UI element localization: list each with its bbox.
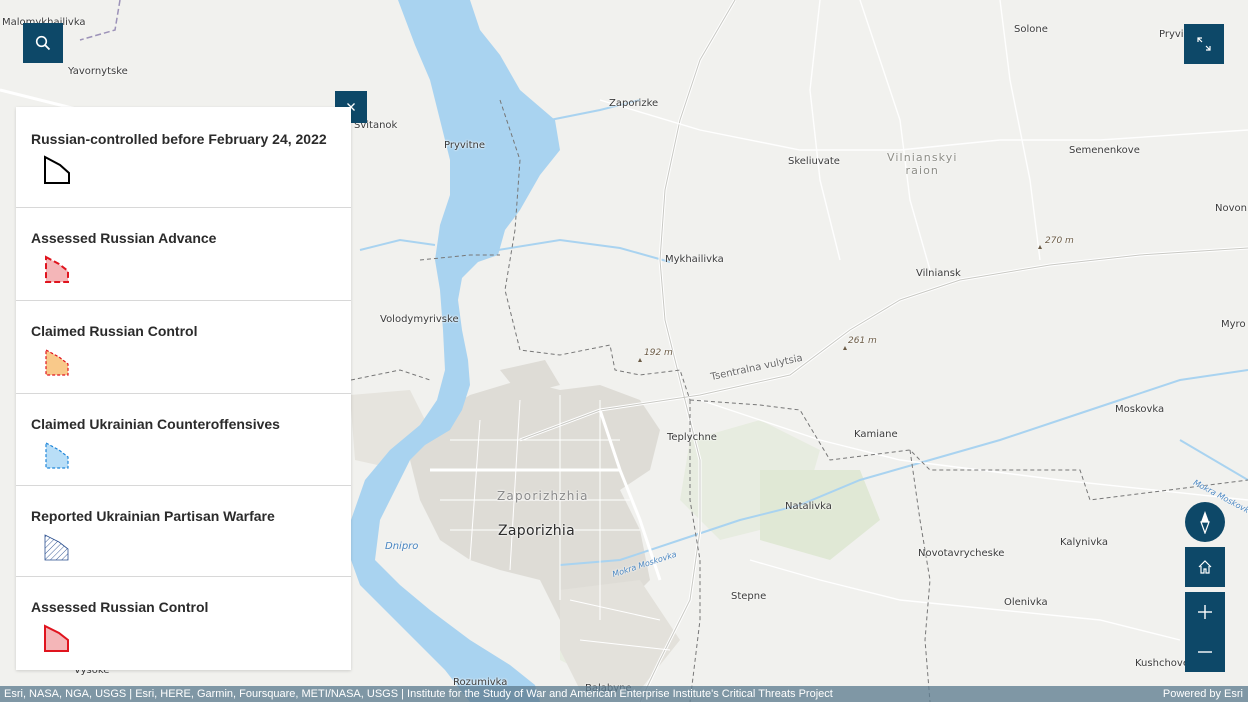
place-label: Pryvitne bbox=[444, 140, 485, 151]
zoom-in-button[interactable] bbox=[1185, 592, 1225, 632]
legend-item: Assessed Russian Advance bbox=[16, 208, 351, 301]
compass-icon bbox=[1200, 511, 1210, 534]
zoom-out-button[interactable] bbox=[1185, 632, 1225, 672]
city-label: Zaporizhia bbox=[498, 523, 575, 539]
home-button[interactable] bbox=[1185, 547, 1225, 587]
place-label: Solone bbox=[1014, 24, 1048, 35]
place-label: Skeliuvate bbox=[788, 156, 840, 167]
fullscreen-button[interactable] bbox=[1184, 24, 1224, 64]
place-label: Novon bbox=[1215, 203, 1247, 214]
home-icon bbox=[1198, 560, 1212, 574]
partisan-hatch-swatch-icon bbox=[44, 534, 69, 561]
black-outline-swatch-icon bbox=[44, 155, 70, 184]
assessed-control-swatch-icon bbox=[44, 624, 69, 652]
region-label-line: raion bbox=[905, 164, 940, 177]
assessed-advance-swatch-icon bbox=[45, 255, 69, 283]
place-label: Zaporizke bbox=[609, 98, 659, 109]
elevation-label: 270 m bbox=[1045, 236, 1074, 246]
elevation-label: 192 m bbox=[644, 348, 673, 358]
place-label: Myro bbox=[1221, 319, 1246, 330]
place-label: Pryvi bbox=[1159, 29, 1184, 40]
legend-item-label: Reported Ukrainian Partisan Warfare bbox=[31, 508, 275, 524]
place-label: Vilniansk bbox=[916, 268, 961, 279]
claimed-control-swatch-icon bbox=[45, 348, 69, 376]
river-label: Dnipro bbox=[385, 541, 419, 552]
place-label: Teplychne bbox=[667, 432, 717, 443]
place-label: Kushchove bbox=[1135, 658, 1189, 669]
legend-item-label: Russian-controlled before February 24, 2… bbox=[31, 131, 327, 147]
place-label: Moskovka bbox=[1115, 404, 1165, 415]
powered-by-link[interactable]: Powered by Esri bbox=[1163, 686, 1243, 702]
expand-icon bbox=[1197, 37, 1211, 51]
minus-icon bbox=[1198, 651, 1212, 653]
legend-item: Russian-controlled before February 24, 2… bbox=[16, 107, 351, 208]
legend-item: Claimed Russian Control bbox=[16, 301, 351, 394]
place-label: Yavornytske bbox=[68, 66, 128, 77]
place-label: Novotavrycheske bbox=[918, 548, 1005, 559]
legend-item-label: Claimed Russian Control bbox=[31, 323, 198, 339]
place-label: Natalivka bbox=[785, 501, 832, 512]
place-label: Semenenkove bbox=[1069, 145, 1140, 156]
legend-item: Claimed Ukrainian Counteroffensives bbox=[16, 394, 351, 486]
legend-item: Reported Ukrainian Partisan Warfare bbox=[16, 486, 351, 577]
plus-icon bbox=[1198, 605, 1212, 619]
compass-button[interactable] bbox=[1185, 502, 1225, 542]
counteroffensive-swatch-icon bbox=[45, 441, 69, 469]
legend-item-label: Assessed Russian Control bbox=[31, 599, 209, 615]
legend-panel: Russian-controlled before February 24, 2… bbox=[16, 107, 351, 670]
attribution-text[interactable]: Esri, NASA, NGA, USGS | Esri, HERE, Garm… bbox=[4, 688, 833, 700]
legend-item-label: Claimed Ukrainian Counteroffensives bbox=[31, 416, 280, 432]
region-label: Vilnianskyi raion bbox=[887, 151, 958, 177]
legend-item: Assessed Russian Control bbox=[16, 577, 351, 670]
search-button[interactable] bbox=[23, 23, 63, 63]
place-label: Mykhailivka bbox=[665, 254, 724, 265]
legend-item-label: Assessed Russian Advance bbox=[31, 230, 217, 246]
district-label: Zaporizhzhia bbox=[497, 489, 589, 503]
place-label: Kalynivka bbox=[1060, 537, 1108, 548]
place-label: Stepne bbox=[731, 591, 767, 602]
elevation-label: 261 m bbox=[848, 336, 877, 346]
attribution-bar: Esri, NASA, NGA, USGS | Esri, HERE, Garm… bbox=[0, 686, 1248, 702]
place-label: Kamiane bbox=[854, 429, 898, 440]
search-icon bbox=[35, 35, 51, 51]
place-label: Volodymyrivske bbox=[380, 314, 459, 325]
region-label-line: Vilnianskyi bbox=[887, 151, 958, 164]
place-label: Olenivka bbox=[1004, 597, 1048, 608]
